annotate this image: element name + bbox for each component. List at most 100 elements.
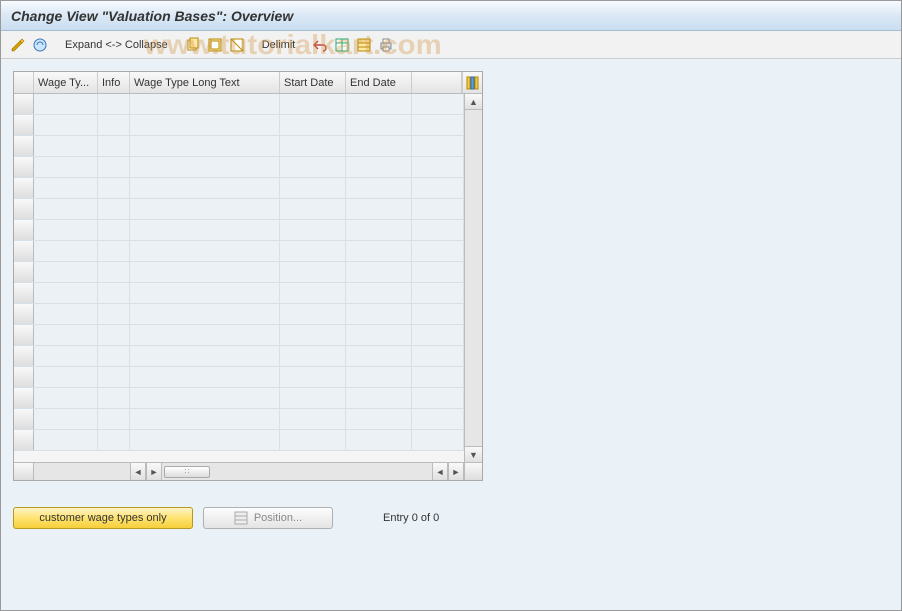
cell-end-date[interactable] [346,304,412,324]
row-selector[interactable] [14,367,34,387]
cell-end-date[interactable] [346,178,412,198]
table-row[interactable] [14,220,464,241]
cell-start-date[interactable] [280,115,346,135]
cell-info[interactable] [98,136,130,156]
cell-wage-type[interactable] [34,178,98,198]
cell-start-date[interactable] [280,178,346,198]
cell-info[interactable] [98,304,130,324]
expand-collapse-button[interactable]: Expand <-> Collapse [61,39,172,51]
cell-info[interactable] [98,115,130,135]
cell-info[interactable] [98,94,130,114]
cell-wage-type[interactable] [34,283,98,303]
deselect-all-icon[interactable] [228,36,246,54]
cell-wage-type[interactable] [34,409,98,429]
table-row[interactable] [14,346,464,367]
cell-long-text[interactable] [130,157,280,177]
cell-end-date[interactable] [346,325,412,345]
undo-icon[interactable] [311,36,329,54]
cell-long-text[interactable] [130,262,280,282]
display-change-icon[interactable] [9,36,27,54]
cell-end-date[interactable] [346,157,412,177]
row-selector-header[interactable] [14,72,34,93]
cell-long-text[interactable] [130,199,280,219]
row-selector[interactable] [14,178,34,198]
cell-wage-type[interactable] [34,94,98,114]
cell-end-date[interactable] [346,241,412,261]
cell-start-date[interactable] [280,430,346,450]
table-row[interactable] [14,367,464,388]
row-selector[interactable] [14,262,34,282]
row-selector[interactable] [14,220,34,240]
row-selector[interactable] [14,115,34,135]
scroll-left-icon[interactable]: ◄ [130,463,146,480]
cell-end-date[interactable] [346,388,412,408]
cell-start-date[interactable] [280,241,346,261]
table-row[interactable] [14,262,464,283]
cell-info[interactable] [98,199,130,219]
cell-wage-type[interactable] [34,199,98,219]
row-selector[interactable] [14,199,34,219]
row-selector[interactable] [14,283,34,303]
table-row[interactable] [14,325,464,346]
cell-info[interactable] [98,220,130,240]
scroll-track[interactable] [465,110,482,446]
print-icon[interactable] [377,36,395,54]
cell-info[interactable] [98,241,130,261]
cell-long-text[interactable] [130,325,280,345]
select-block-icon[interactable] [355,36,373,54]
cell-info[interactable] [98,157,130,177]
hscroll-thumb[interactable]: ∷ [164,466,210,478]
cell-start-date[interactable] [280,136,346,156]
cell-start-date[interactable] [280,283,346,303]
position-button[interactable]: Position... [203,507,333,529]
cell-start-date[interactable] [280,262,346,282]
col-start-date[interactable]: Start Date [280,72,346,93]
table-row[interactable] [14,115,464,136]
horizontal-scrollbar[interactable]: ◄ ► ∷ ◄ ► [14,462,482,480]
cell-long-text[interactable] [130,346,280,366]
cell-wage-type[interactable] [34,430,98,450]
cell-info[interactable] [98,430,130,450]
cell-info[interactable] [98,367,130,387]
scroll-down-icon[interactable]: ▼ [465,446,482,462]
cell-end-date[interactable] [346,199,412,219]
cell-info[interactable] [98,262,130,282]
table-row[interactable] [14,388,464,409]
cell-info[interactable] [98,283,130,303]
cell-long-text[interactable] [130,115,280,135]
cell-long-text[interactable] [130,283,280,303]
cell-long-text[interactable] [130,241,280,261]
cell-long-text[interactable] [130,388,280,408]
table-row[interactable] [14,157,464,178]
cell-start-date[interactable] [280,220,346,240]
vertical-scrollbar[interactable]: ▲ ▼ [464,94,482,462]
col-wage-type[interactable]: Wage Ty... [34,72,98,93]
cell-start-date[interactable] [280,325,346,345]
table-row[interactable] [14,178,464,199]
cell-long-text[interactable] [130,367,280,387]
cell-wage-type[interactable] [34,115,98,135]
cell-end-date[interactable] [346,283,412,303]
cell-long-text[interactable] [130,430,280,450]
table-row[interactable] [14,283,464,304]
table-row[interactable] [14,199,464,220]
other-view-icon[interactable] [31,36,49,54]
cell-end-date[interactable] [346,220,412,240]
cell-start-date[interactable] [280,388,346,408]
cell-wage-type[interactable] [34,220,98,240]
cell-wage-type[interactable] [34,157,98,177]
table-row[interactable] [14,304,464,325]
select-all-icon[interactable] [206,36,224,54]
cell-long-text[interactable] [130,409,280,429]
table-settings-icon[interactable] [333,36,351,54]
cell-wage-type[interactable] [34,241,98,261]
cell-info[interactable] [98,178,130,198]
cell-start-date[interactable] [280,409,346,429]
cell-end-date[interactable] [346,367,412,387]
cell-wage-type[interactable] [34,367,98,387]
cell-info[interactable] [98,346,130,366]
cell-end-date[interactable] [346,430,412,450]
customer-wage-types-button[interactable]: customer wage types only [13,507,193,529]
configure-columns-icon[interactable] [462,72,482,93]
row-selector[interactable] [14,241,34,261]
